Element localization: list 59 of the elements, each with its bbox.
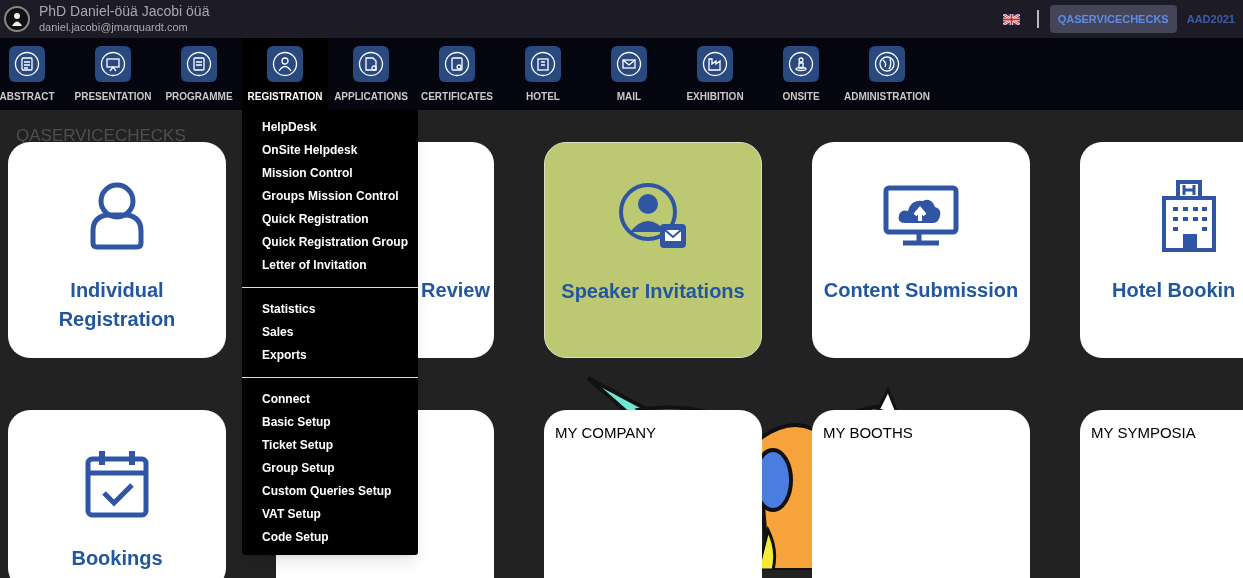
- nav-tab[interactable]: MAIL: [586, 38, 672, 110]
- panel-title: MY COMPANY: [555, 424, 657, 441]
- nav-tab[interactable]: ONSITE: [758, 38, 844, 110]
- tile-card[interactable]: Individual Registration: [8, 142, 226, 358]
- tile-card[interactable]: Content Submission: [812, 142, 1030, 358]
- nav-tab[interactable]: PRESENTATION: [70, 38, 156, 110]
- menu-item[interactable]: Ticket Setup: [242, 434, 418, 457]
- menu-item[interactable]: Connect: [242, 388, 418, 411]
- tile-label: Review: [421, 278, 490, 303]
- factory-icon: [697, 46, 733, 82]
- user-name: PhD Daniel-öüä Jacobi öüä: [39, 3, 210, 21]
- tile-label: Content Submission: [822, 278, 1020, 303]
- menu-item[interactable]: OnSite Helpdesk: [242, 139, 418, 162]
- document-gear-icon: [353, 46, 389, 82]
- panel-card[interactable]: MY SYMPOSIA: [1080, 410, 1243, 578]
- tile-label: Bookings: [70, 546, 164, 571]
- menu-item[interactable]: Sales: [242, 321, 418, 344]
- panel-title: MY SYMPOSIA: [1091, 424, 1196, 441]
- tile-label: Individual Registration: [57, 278, 177, 332]
- menu-item[interactable]: Quick Registration Group: [242, 231, 418, 254]
- menu-item[interactable]: Mission Control: [242, 162, 418, 185]
- tile-card[interactable]: Bookings: [8, 410, 226, 578]
- nav-tab[interactable]: APPLICATIONS: [328, 38, 414, 110]
- tile-card[interactable]: Hotel Bookin: [1080, 142, 1243, 358]
- menu-item[interactable]: HelpDesk: [242, 116, 418, 139]
- menu-item[interactable]: Statistics: [242, 298, 418, 321]
- document-icon: [9, 46, 45, 82]
- menu-item[interactable]: Groups Mission Control: [242, 185, 418, 208]
- nav-tab[interactable]: PROGRAMME: [156, 38, 242, 110]
- certificate-icon: [439, 46, 475, 82]
- menu-item[interactable]: Custom Queries Setup: [242, 480, 418, 503]
- menu-item[interactable]: Exports: [242, 344, 418, 367]
- nav-tab[interactable]: CERTIFICATES: [414, 38, 500, 110]
- nav-tab[interactable]: HOTEL: [500, 38, 586, 110]
- avatar-icon: [4, 6, 30, 32]
- menu-item[interactable]: Quick Registration: [242, 208, 418, 231]
- tile-label: Hotel Bookin: [1112, 278, 1236, 303]
- mail-icon: [611, 46, 647, 82]
- menu-item[interactable]: Code Setup: [242, 526, 418, 549]
- presentation-icon: [95, 46, 131, 82]
- nav-tab[interactable]: REGISTRATION: [242, 38, 328, 110]
- panel-title: MY BOOTHS: [823, 424, 913, 441]
- panel-card[interactable]: MY BOOTHS: [812, 410, 1030, 578]
- tile-label: Speaker Invitations: [560, 279, 746, 304]
- user-email: daniel.jacobi@jmarquardt.com: [39, 20, 189, 35]
- tile-card[interactable]: Speaker Invitations: [544, 142, 762, 358]
- person-icon: [267, 46, 303, 82]
- event-code: AAD2021: [1186, 11, 1235, 27]
- person-icon: [783, 46, 819, 82]
- menu-item[interactable]: Group Setup: [242, 457, 418, 480]
- clipboard-icon: [181, 46, 217, 82]
- nav-tab[interactable]: ADMINISTRATION: [844, 38, 930, 110]
- nav-tab[interactable]: ABSTRACT: [0, 38, 70, 110]
- menu-item[interactable]: Letter of Invitation: [242, 254, 418, 277]
- nav-tab[interactable]: EXHIBITION: [672, 38, 758, 110]
- menu-item[interactable]: VAT Setup: [242, 503, 418, 526]
- panel-card[interactable]: MY COMPANY: [544, 410, 762, 578]
- menu-item[interactable]: Basic Setup: [242, 411, 418, 434]
- flag-icon[interactable]: [1002, 13, 1020, 25]
